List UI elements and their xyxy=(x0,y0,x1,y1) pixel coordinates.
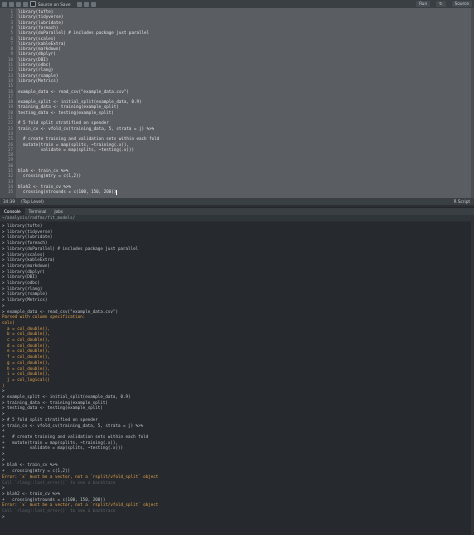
console-line: Call `rlang::last_error()` to see a back… xyxy=(2,508,116,513)
scope-selector[interactable]: (Top Level) xyxy=(21,199,44,204)
console-line: > xyxy=(2,513,5,519)
editor-line[interactable]: 35 crossing(ntrounds = c(100, 150, 200)) xyxy=(0,189,470,195)
back-arrow-icon[interactable] xyxy=(2,1,7,7)
file-type-selector[interactable]: R Script xyxy=(454,199,470,204)
console-line: > testing_data <- testing(example_split) xyxy=(2,405,103,411)
forward-arrow-icon[interactable] xyxy=(9,1,14,7)
console-line: > library(Metrics) xyxy=(2,297,48,303)
line-number: 35 xyxy=(7,189,13,195)
console-line: j = col_logical() xyxy=(2,376,50,382)
list-icon[interactable] xyxy=(90,1,96,7)
console-line: > train_cv <- vfold_cv(training_data, 5,… xyxy=(2,422,144,428)
console-working-directory[interactable]: ~/analysis/radfmc/fit_models/ xyxy=(0,215,474,221)
run-button[interactable]: Run xyxy=(416,1,431,7)
source-button[interactable]: Source xyxy=(451,1,472,7)
code-editor[interactable]: 1 library(tufte) 2 library(tidyverse) 3 libra… xyxy=(0,8,474,198)
text-cursor xyxy=(116,189,118,195)
source-on-save-checkbox[interactable] xyxy=(30,1,36,7)
cursor-position: 34:39 xyxy=(3,199,16,204)
save-icon[interactable] xyxy=(23,1,28,7)
show-in-window-icon[interactable] xyxy=(16,1,21,7)
source-on-save-label: Source on Save xyxy=(38,1,71,7)
console-output[interactable]: > library(tufte) > library(tidyverse) > li… xyxy=(0,222,474,535)
rerun-button[interactable]: ↻ xyxy=(436,1,446,7)
console-line: + validate = map(splits, ~testing(.x))) xyxy=(2,445,124,451)
code-text: crossing(ntrounds = c(100, 150, 200)) xyxy=(18,189,118,195)
editor-status-bar: 34:39 (Top Level) R Script xyxy=(0,198,474,205)
search-icon[interactable] xyxy=(76,1,82,7)
console-line: Call `rlang::last_error()` to see a back… xyxy=(2,479,116,485)
wand-icon[interactable] xyxy=(83,1,89,7)
